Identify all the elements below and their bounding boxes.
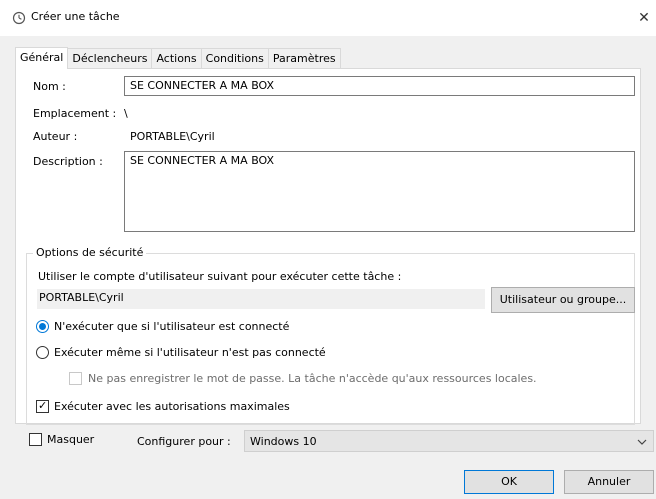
tab-strip: Général Déclencheurs Actions Conditions … (15, 47, 341, 69)
author-label: Auteur : (33, 130, 78, 143)
location-value: \ (124, 107, 128, 120)
window-title: Créer une tâche (31, 10, 120, 23)
tab-conditions[interactable]: Conditions (201, 48, 269, 69)
tab-general[interactable]: Général (15, 47, 69, 69)
close-button[interactable]: ✕ (632, 6, 656, 30)
run-only-logged-on-radio[interactable] (36, 320, 49, 333)
tab-actions[interactable]: Actions (152, 48, 202, 69)
description-label: Description : (33, 155, 103, 168)
highest-privileges-checkbox[interactable]: ✓ (36, 399, 49, 413)
clock-icon (12, 11, 26, 25)
chevron-down-icon (637, 439, 647, 445)
user-or-group-button[interactable]: Utilisateur ou groupe... (491, 287, 635, 313)
configure-for-label: Configurer pour : (137, 435, 231, 448)
run-whether-logged-on-label[interactable]: Exécuter même si l'utilisateur n'est pas… (54, 346, 326, 359)
security-options-title: Options de sécurité (33, 246, 147, 259)
name-label: Nom : (33, 80, 66, 93)
hidden-checkbox[interactable] (29, 433, 42, 446)
do-not-store-password-label: Ne pas enregistrer le mot de passe. La t… (88, 372, 537, 385)
author-value: PORTABLE\Cyril (130, 130, 215, 143)
description-field[interactable]: SE CONNECTER A MA BOX (124, 151, 635, 232)
run-whether-logged-on-radio[interactable] (36, 346, 49, 359)
hidden-label[interactable]: Masquer (47, 433, 94, 446)
checkmark-icon: ✓ (38, 399, 48, 412)
configure-for-dropdown[interactable]: Windows 10 (244, 430, 654, 452)
name-field[interactable]: SE CONNECTER A MA BOX (124, 76, 635, 96)
highest-privileges-label[interactable]: Exécuter avec les autorisations maximale… (54, 400, 290, 413)
tab-settings[interactable]: Paramètres (268, 48, 341, 69)
location-label: Emplacement : (33, 107, 117, 120)
account-field: PORTABLE\Cyril (37, 289, 485, 309)
configure-for-value: Windows 10 (250, 435, 317, 448)
account-prompt: Utiliser le compte d'utilisateur suivant… (38, 270, 402, 283)
ok-button[interactable]: OK (464, 470, 554, 494)
cancel-button[interactable]: Annuler (564, 470, 654, 494)
tab-triggers[interactable]: Déclencheurs (68, 48, 153, 69)
do-not-store-password-checkbox[interactable] (69, 372, 82, 385)
run-only-logged-on-label[interactable]: N'exécuter que si l'utilisateur est conn… (54, 320, 289, 333)
